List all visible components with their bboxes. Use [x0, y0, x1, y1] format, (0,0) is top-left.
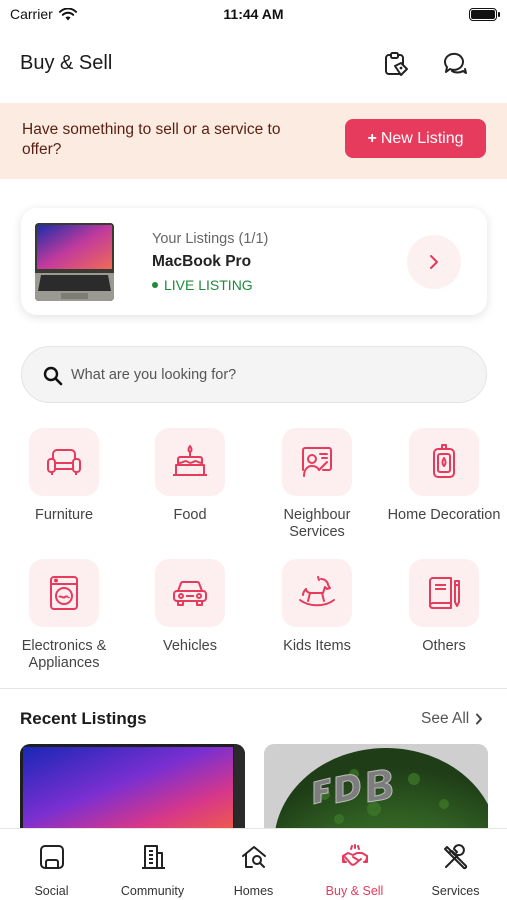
banner-text: Have something to sell or a service to o… — [22, 121, 281, 158]
clock: 11:44 AM — [223, 6, 284, 22]
chevron-right-icon — [430, 255, 438, 269]
tab-community[interactable]: Community — [102, 829, 203, 900]
category-food[interactable]: Food — [127, 428, 253, 524]
category-icon-box — [155, 559, 225, 627]
tab-social[interactable]: Social — [1, 829, 102, 900]
saved-listings-icon[interactable] — [382, 50, 410, 78]
chat-icon[interactable] — [441, 50, 469, 78]
recent-listing-image — [20, 744, 245, 830]
tab-services[interactable]: Services — [405, 829, 506, 900]
bottom-tab-bar: Social Community Homes Buy & Sell Servic… — [0, 828, 507, 900]
category-icon-box — [155, 428, 225, 496]
tab-label: Homes — [233, 884, 274, 898]
category-icon-box — [282, 428, 352, 496]
page-title: Buy & Sell — [20, 52, 113, 74]
tab-label: Services — [431, 884, 480, 898]
category-label: Neighbour Services — [283, 507, 351, 540]
category-furniture[interactable]: Furniture — [1, 428, 127, 524]
live-dot-icon — [152, 282, 158, 288]
category-label: Vehicles — [162, 638, 217, 654]
status-badge: LIVE LISTING — [152, 277, 253, 293]
lantern-icon — [433, 444, 455, 478]
cake-icon — [173, 445, 207, 476]
category-others[interactable]: Others — [381, 559, 507, 655]
category-icon-box — [29, 428, 99, 496]
search-bar[interactable] — [21, 346, 487, 403]
category-label: Furniture — [34, 507, 94, 523]
category-kids-items[interactable]: Kids Items — [254, 559, 380, 655]
new-listing-banner: Have something to sell or a service to o… — [0, 103, 507, 179]
category-neighbour-services[interactable]: Neighbour Services — [254, 428, 380, 541]
category-label: Home Decoration — [387, 507, 501, 523]
social-icon — [39, 845, 64, 869]
listing-title: MacBook Pro — [152, 253, 252, 270]
sofa-icon — [47, 449, 81, 475]
home-search-icon — [241, 846, 266, 868]
service-board-icon — [302, 447, 332, 477]
category-icon-box — [282, 559, 352, 627]
washing-machine-icon — [50, 576, 78, 610]
category-vehicles[interactable]: Vehicles — [127, 559, 253, 655]
building-icon — [141, 845, 165, 869]
rocking-horse-icon — [299, 576, 335, 607]
battery-icon — [469, 8, 500, 21]
category-icon-box — [409, 428, 479, 496]
new-listing-button[interactable]: + New Listing — [345, 119, 486, 158]
tab-label: Community — [120, 884, 185, 898]
category-icon-box — [409, 559, 479, 627]
open-listings-button[interactable] — [407, 235, 461, 289]
listings-count: Your Listings (1/1) — [152, 231, 269, 247]
status-bar: Carrier 11:44 AM — [0, 0, 507, 30]
app-header: Buy & Sell — [0, 38, 507, 94]
category-icon-box — [29, 559, 99, 627]
section-title: Recent Listings — [20, 709, 147, 728]
your-listings-card[interactable]: Your Listings (1/1) MacBook Pro LIVE LIS… — [21, 208, 487, 315]
new-listing-label: New Listing — [380, 129, 464, 147]
category-label: Others — [422, 638, 466, 654]
status-label: LIVE LISTING — [164, 277, 253, 293]
tab-label: Buy & Sell — [325, 884, 384, 898]
notebook-pen-icon — [429, 577, 460, 609]
section-divider — [0, 688, 507, 689]
search-input[interactable] — [71, 363, 461, 387]
handshake-icon — [341, 844, 368, 866]
plus-icon: + — [367, 129, 377, 147]
category-label: Food — [173, 507, 207, 523]
recent-listing-image — [264, 744, 488, 830]
see-all-label: See All — [421, 710, 470, 727]
recent-listing-card[interactable] — [264, 744, 488, 830]
car-icon — [173, 580, 207, 606]
category-label: Electronics & Appliances — [21, 638, 107, 671]
chevron-right-icon — [476, 713, 483, 725]
tab-homes[interactable]: Homes — [203, 829, 304, 900]
tools-icon — [443, 844, 467, 870]
search-icon — [43, 366, 63, 386]
category-home-decoration[interactable]: Home Decoration — [381, 428, 507, 524]
see-all-link[interactable]: See All — [421, 710, 483, 728]
tab-label: Social — [34, 884, 69, 898]
category-label: Kids Items — [283, 638, 351, 654]
recent-listing-card[interactable] — [20, 744, 245, 830]
tab-buy-sell[interactable]: Buy & Sell — [304, 829, 405, 900]
listing-thumbnail — [35, 223, 114, 301]
category-electronics-appliances[interactable]: Electronics & Appliances — [1, 559, 127, 672]
